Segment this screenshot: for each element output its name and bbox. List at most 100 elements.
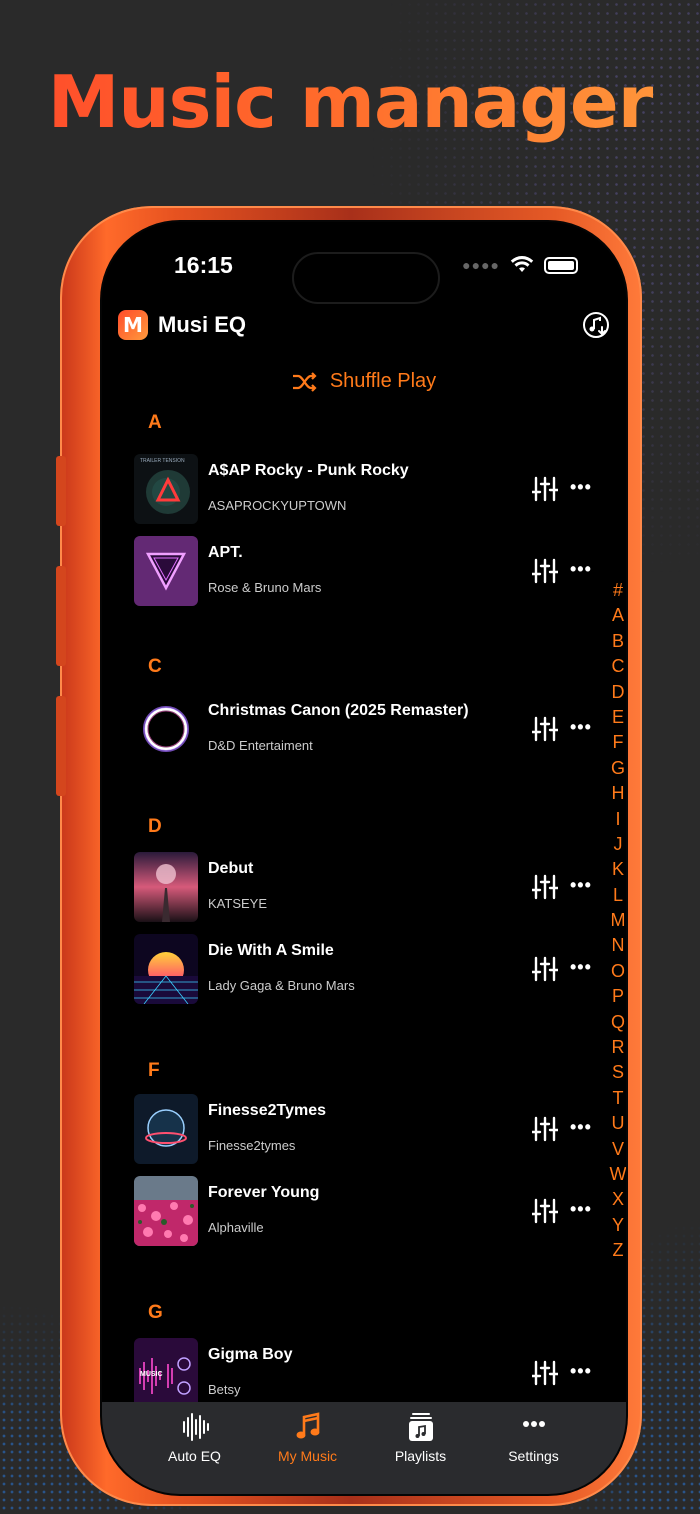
- alphabet-index-letter[interactable]: Y: [606, 1213, 626, 1238]
- song-title: Die With A Smile: [208, 942, 334, 959]
- alphabet-index-letter[interactable]: I: [606, 807, 626, 832]
- phone-side-button: [56, 566, 66, 666]
- status-time: 16:15: [174, 252, 233, 278]
- song-artist: Finesse2tymes: [208, 1138, 296, 1153]
- tab-auto-eq[interactable]: Auto EQ: [138, 1402, 251, 1494]
- phone-side-button: [56, 456, 66, 526]
- song-artist: Betsy: [208, 1382, 241, 1397]
- album-art: TRAILER TENSION: [134, 454, 198, 524]
- song-row[interactable]: Finesse2Tymes Finesse2tymes •••: [134, 1094, 604, 1164]
- section-header: A: [148, 412, 162, 433]
- song-title: Finesse2Tymes: [208, 1102, 326, 1119]
- alphabet-index-letter[interactable]: J: [606, 832, 626, 857]
- alphabet-index-letter[interactable]: R: [606, 1035, 626, 1060]
- headline: Music manager: [0, 60, 700, 144]
- section-header: C: [148, 656, 162, 677]
- alphabet-index-letter[interactable]: P: [606, 984, 626, 1009]
- song-row[interactable]: Christmas Canon (2025 Remaster) D&D Ente…: [134, 694, 604, 764]
- alphabet-index[interactable]: # A B C D E F G H I J K L M N O P Q R S T U V W X Y Z: [606, 578, 627, 1264]
- alphabet-index-letter[interactable]: G: [606, 756, 626, 781]
- music-sync-icon[interactable]: [582, 311, 610, 339]
- more-options-icon[interactable]: •••: [570, 558, 598, 584]
- equalizer-icon[interactable]: [532, 476, 558, 502]
- album-art: [134, 694, 198, 764]
- svg-text:MUSIC: MUSIC: [140, 1371, 163, 1378]
- equalizer-icon[interactable]: [532, 1116, 558, 1142]
- phone-bezel: 16:15 ●●●● M Musi EQ Shuffle Play A TRAI…: [100, 220, 628, 1496]
- alphabet-index-letter[interactable]: X: [606, 1187, 626, 1212]
- tab-playlists[interactable]: Playlists: [364, 1402, 477, 1494]
- tab-my-music[interactable]: My Music: [251, 1402, 364, 1494]
- tab-settings[interactable]: Settings: [477, 1402, 590, 1494]
- alphabet-index-letter[interactable]: F: [606, 730, 626, 755]
- alphabet-index-letter[interactable]: H: [606, 781, 626, 806]
- phone-screen: 16:15 ●●●● M Musi EQ Shuffle Play A TRAI…: [102, 222, 626, 1494]
- alphabet-index-letter[interactable]: U: [606, 1111, 626, 1136]
- song-artist: Rose & Bruno Mars: [208, 580, 322, 595]
- shuffle-icon: [292, 371, 317, 392]
- equalizer-icon[interactable]: [532, 956, 558, 982]
- more-options-icon[interactable]: •••: [570, 476, 598, 502]
- signal-icon: ●●●●: [462, 257, 500, 273]
- album-art: [134, 1094, 198, 1164]
- song-artist: KATSEYE: [208, 896, 268, 911]
- alphabet-index-letter[interactable]: N: [606, 933, 626, 958]
- song-title: Debut: [208, 860, 254, 877]
- alphabet-index-letter[interactable]: Z: [606, 1238, 626, 1263]
- waveform-icon: [182, 1413, 209, 1441]
- more-options-icon[interactable]: •••: [570, 956, 598, 982]
- more-options-icon[interactable]: •••: [570, 874, 598, 900]
- section-header: F: [148, 1060, 160, 1081]
- alphabet-index-letter[interactable]: K: [606, 857, 626, 882]
- alphabet-index-letter[interactable]: S: [606, 1060, 626, 1085]
- song-title: Forever Young: [208, 1184, 320, 1201]
- more-options-icon[interactable]: •••: [570, 716, 598, 742]
- more-dots-icon: [522, 1421, 545, 1427]
- tab-label: My Music: [277, 1448, 338, 1464]
- alphabet-index-letter[interactable]: T: [606, 1086, 626, 1111]
- alphabet-index-letter[interactable]: L: [606, 883, 626, 908]
- song-title: APT.: [208, 544, 243, 561]
- alphabet-index-letter[interactable]: M: [606, 908, 626, 933]
- app-title: Musi EQ: [158, 312, 247, 337]
- alphabet-index-letter[interactable]: O: [606, 959, 626, 984]
- app-header: M Musi EQ: [118, 302, 610, 348]
- equalizer-icon[interactable]: [532, 874, 558, 900]
- song-row[interactable]: Debut KATSEYE •••: [134, 852, 604, 922]
- song-row[interactable]: MUSIC Gigma Boy Betsy •••: [134, 1338, 604, 1408]
- song-artist: Alphaville: [208, 1220, 264, 1235]
- song-row[interactable]: Forever Young Alphaville •••: [134, 1176, 604, 1246]
- equalizer-icon[interactable]: [532, 716, 558, 742]
- alphabet-index-letter[interactable]: B: [606, 629, 626, 654]
- song-row[interactable]: TRAILER TENSION A$AP Rocky - Punk Rocky …: [134, 454, 604, 524]
- shuffle-play-button[interactable]: Shuffle Play: [102, 370, 626, 393]
- more-options-icon[interactable]: •••: [570, 1360, 598, 1386]
- song-title: A$AP Rocky - Punk Rocky: [208, 462, 409, 479]
- song-artist: D&D Entertaiment: [208, 738, 313, 753]
- equalizer-icon[interactable]: [532, 558, 558, 584]
- more-options-icon[interactable]: •••: [570, 1198, 598, 1224]
- alphabet-index-letter[interactable]: W: [606, 1162, 627, 1187]
- album-art: [134, 1176, 198, 1246]
- app-logo: M: [118, 310, 148, 340]
- equalizer-icon[interactable]: [532, 1198, 558, 1224]
- more-options-icon[interactable]: •••: [570, 1116, 598, 1142]
- equalizer-icon[interactable]: [532, 1360, 558, 1386]
- song-row[interactable]: APT. Rose & Bruno Mars •••: [134, 536, 604, 606]
- alphabet-index-letter[interactable]: E: [606, 705, 626, 730]
- alphabet-index-letter[interactable]: V: [606, 1137, 626, 1162]
- album-art: [134, 852, 198, 922]
- section-header: D: [148, 816, 162, 837]
- alphabet-index-letter[interactable]: Q: [606, 1010, 626, 1035]
- alphabet-index-letter[interactable]: C: [606, 654, 626, 679]
- alphabet-index-letter[interactable]: D: [606, 680, 626, 705]
- song-row[interactable]: Die With A Smile Lady Gaga & Bruno Mars …: [134, 934, 604, 1004]
- song-artist: ASAPROCKYUPTOWN: [208, 498, 347, 513]
- alphabet-index-letter[interactable]: #: [606, 578, 626, 603]
- battery-icon: [544, 256, 578, 274]
- music-note-icon: [296, 1412, 319, 1439]
- album-art: [134, 934, 198, 1004]
- status-bar: 16:15 ●●●●: [102, 248, 626, 304]
- song-artist: Lady Gaga & Bruno Mars: [208, 978, 355, 993]
- alphabet-index-letter[interactable]: A: [606, 603, 626, 628]
